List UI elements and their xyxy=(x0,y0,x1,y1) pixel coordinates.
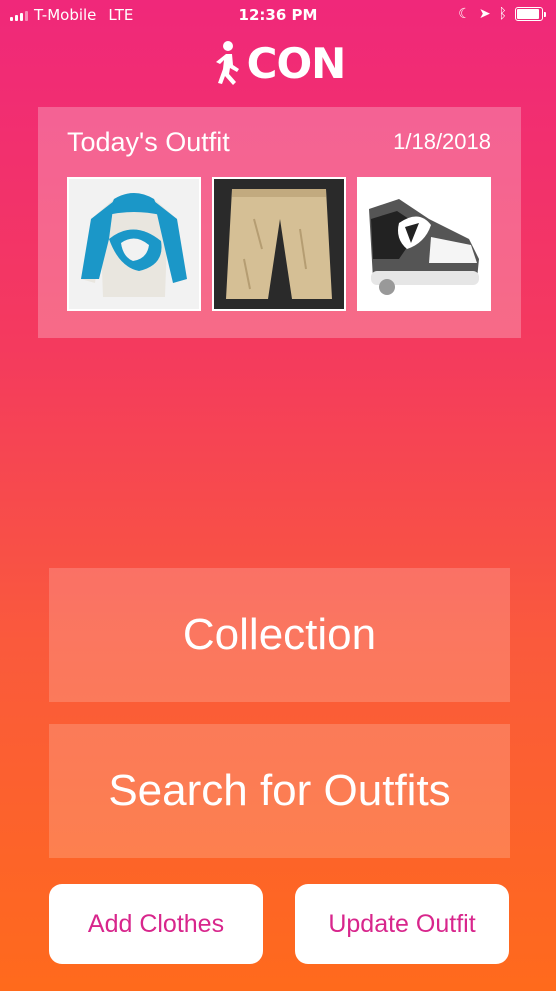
bluetooth-icon: ᛒ xyxy=(498,6,507,22)
status-right: ☾ ➤ ᛒ xyxy=(458,6,546,22)
logo-text: CON xyxy=(246,38,347,88)
battery-icon xyxy=(515,7,543,21)
collection-button[interactable]: Collection xyxy=(49,568,510,702)
walking-person-icon xyxy=(215,41,239,85)
shoe-image[interactable] xyxy=(357,177,491,311)
todays-outfit-card[interactable]: Today's Outfit 1/18/2018 xyxy=(38,107,521,338)
pants-image[interactable] xyxy=(212,177,346,311)
moon-icon: ☾ xyxy=(458,6,471,22)
outfit-date: 1/18/2018 xyxy=(393,129,491,154)
add-clothes-button[interactable]: Add Clothes xyxy=(49,884,263,964)
app-logo: CON xyxy=(0,38,556,88)
update-outfit-button[interactable]: Update Outfit xyxy=(295,884,509,964)
location-arrow-icon: ➤ xyxy=(478,6,491,22)
search-outfits-button[interactable]: Search for Outfits xyxy=(49,724,510,858)
outfit-title: Today's Outfit xyxy=(67,127,230,157)
hoodie-image[interactable] xyxy=(67,177,201,311)
status-bar: T-Mobile LTE 12:36 PM ☾ ➤ ᛒ xyxy=(0,0,556,32)
